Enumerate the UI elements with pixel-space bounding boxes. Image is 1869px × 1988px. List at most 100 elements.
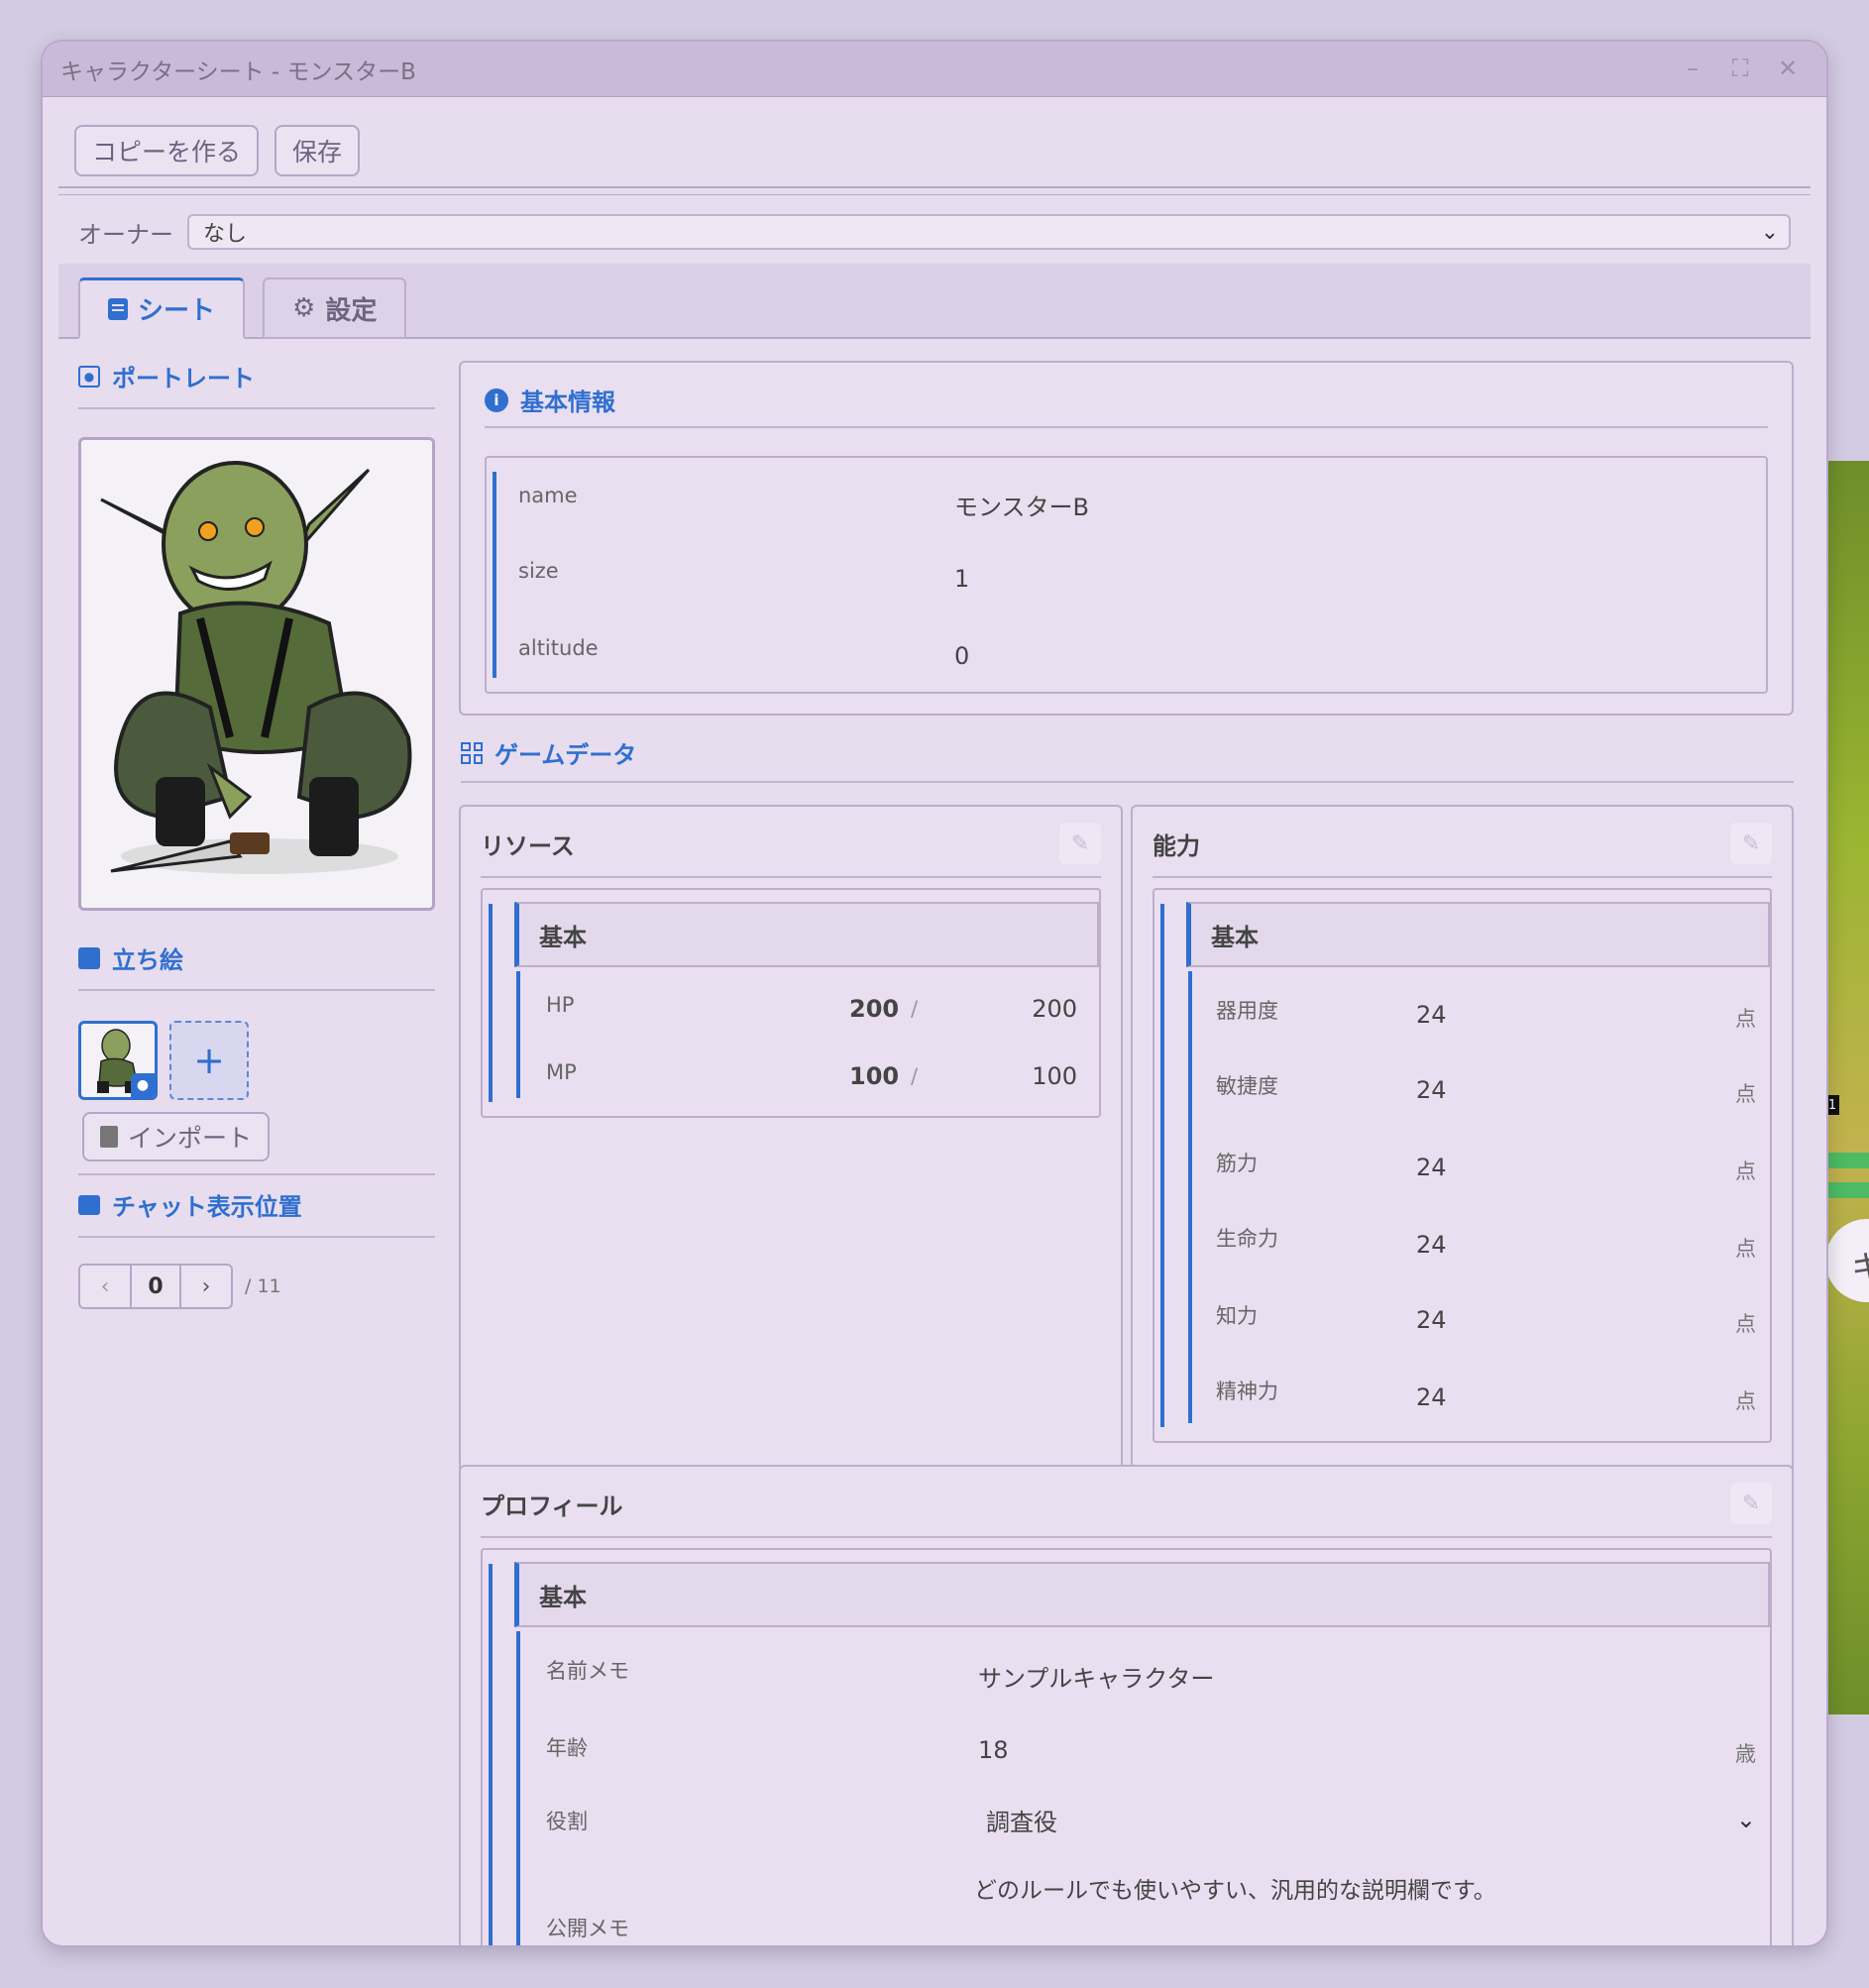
chat-icon bbox=[78, 1194, 100, 1215]
resources-group: 基本 HP 200 / 200 MP 100 / 100 bbox=[481, 888, 1101, 1118]
name-memo-label: 名前メモ bbox=[546, 1659, 629, 1683]
abilities-title: 能力 bbox=[1153, 831, 1200, 860]
pager-prev-button[interactable]: ‹ bbox=[78, 1264, 132, 1309]
pencil-icon[interactable]: ✎ bbox=[1730, 823, 1772, 864]
ability-value[interactable]: 24 bbox=[1416, 1154, 1447, 1181]
pager-total: / 11 bbox=[245, 1275, 281, 1297]
gear-icon: ⚙ bbox=[292, 293, 316, 323]
ability-value[interactable]: 24 bbox=[1416, 1231, 1447, 1259]
toolbar-divider-2 bbox=[58, 194, 1811, 195]
profile-title: プロフィール bbox=[481, 1491, 623, 1520]
standing-heading: 立ち絵 bbox=[78, 940, 435, 975]
mp-max[interactable]: 100 bbox=[1032, 1062, 1077, 1090]
ability-label: 筋力 bbox=[1216, 1152, 1258, 1175]
chat-position-pager: ‹ 0 › / 11 bbox=[78, 1264, 435, 1309]
resources-title: リソース bbox=[481, 831, 575, 860]
field-label: name bbox=[518, 484, 578, 507]
profile-group-header: 基本 bbox=[514, 1562, 1770, 1627]
chevron-down-icon: ⌄ bbox=[1760, 219, 1779, 245]
ability-label: 知力 bbox=[1216, 1304, 1258, 1328]
ability-unit: 点 bbox=[1735, 1160, 1756, 1183]
save-button[interactable]: 保存 bbox=[275, 125, 361, 176]
background-hp-bar bbox=[1828, 1153, 1869, 1168]
resource-label: MP bbox=[546, 1060, 577, 1084]
portrait-image[interactable] bbox=[78, 437, 435, 911]
pager-value[interactable]: 0 bbox=[132, 1264, 179, 1309]
minimize-icon[interactable]: – bbox=[1676, 52, 1709, 85]
ability-label: 精神力 bbox=[1216, 1380, 1278, 1403]
owner-select[interactable]: なし ⌄ bbox=[187, 214, 1791, 250]
pencil-icon[interactable]: ✎ bbox=[1730, 1483, 1772, 1524]
age-label: 年齢 bbox=[546, 1736, 588, 1760]
window-title: キャラクターシート - モンスターB bbox=[60, 58, 416, 85]
background-map bbox=[1823, 461, 1869, 1714]
ability-label: 器用度 bbox=[1216, 999, 1278, 1023]
resource-label: HP bbox=[546, 993, 575, 1017]
file-icon bbox=[100, 1126, 118, 1148]
chat-heading: チャット表示位置 bbox=[78, 1187, 435, 1222]
ability-label: 敏捷度 bbox=[1216, 1074, 1278, 1098]
resources-card: リソース ✎ 基本 HP 200 / 200 MP 100 / 100 bbox=[459, 805, 1123, 1498]
hp-sep: / bbox=[911, 997, 919, 1021]
field-label: altitude bbox=[518, 636, 599, 660]
background-mp-bar bbox=[1828, 1182, 1869, 1198]
pager-next-button[interactable]: › bbox=[179, 1264, 233, 1309]
ability-value[interactable]: 24 bbox=[1416, 1306, 1447, 1334]
role-select[interactable]: 調査役 ⌄ bbox=[978, 1800, 1756, 1839]
mp-sep: / bbox=[911, 1064, 919, 1088]
abilities-group-header: 基本 bbox=[1186, 902, 1770, 967]
ability-unit: 点 bbox=[1735, 1007, 1756, 1031]
basic-info-heading-text: 基本情報 bbox=[520, 388, 615, 416]
ability-value[interactable]: 24 bbox=[1416, 1076, 1447, 1104]
profile-card: プロフィール ✎ 基本 名前メモ サンプルキャラクター 年齢 18 歳 役割 調… bbox=[459, 1465, 1794, 1945]
import-button[interactable]: インポート bbox=[82, 1112, 271, 1161]
ability-unit: 点 bbox=[1735, 1082, 1756, 1106]
owner-row: オーナー なし ⌄ bbox=[78, 214, 1791, 250]
hp-current[interactable]: 200 bbox=[849, 995, 899, 1023]
portrait-heading: ● ポートレート bbox=[78, 359, 435, 393]
basic-info-heading: i 基本情報 bbox=[485, 383, 615, 417]
altitude-value[interactable]: 0 bbox=[954, 642, 969, 670]
profile-group: 基本 名前メモ サンプルキャラクター 年齢 18 歳 役割 調査役 ⌄ どのルー… bbox=[481, 1548, 1772, 1945]
field-label: size bbox=[518, 559, 559, 583]
character-sheet-window: キャラクターシート - モンスターB – ⛶ ✕ コピーを作る 保存 オーナー … bbox=[41, 40, 1828, 1947]
background-chip-text: キ bbox=[1851, 1249, 1869, 1288]
ability-value[interactable]: 24 bbox=[1416, 1383, 1447, 1411]
name-memo-value[interactable]: サンプルキャラクター bbox=[978, 1659, 1214, 1694]
ability-unit: 点 bbox=[1735, 1312, 1756, 1336]
window-titlebar[interactable]: キャラクターシート - モンスターB bbox=[43, 42, 1826, 97]
ability-unit: 点 bbox=[1735, 1237, 1756, 1261]
age-unit: 歳 bbox=[1735, 1742, 1756, 1766]
tab-sheet[interactable]: シート bbox=[78, 277, 246, 339]
ability-label: 生命力 bbox=[1216, 1227, 1278, 1251]
close-icon[interactable]: ✕ bbox=[1771, 52, 1805, 85]
size-value[interactable]: 1 bbox=[954, 565, 969, 593]
owner-value: なし bbox=[203, 222, 248, 247]
chevron-down-icon: ⌄ bbox=[1735, 1806, 1756, 1833]
hp-max[interactable]: 200 bbox=[1032, 995, 1077, 1023]
add-standing-button[interactable]: + bbox=[169, 1021, 249, 1100]
ability-value[interactable]: 24 bbox=[1416, 1001, 1447, 1029]
pencil-icon[interactable]: ✎ bbox=[1059, 823, 1101, 864]
mp-current[interactable]: 100 bbox=[849, 1062, 899, 1090]
import-label: インポート bbox=[128, 1124, 253, 1153]
left-column: ● ポートレート 立ち絵 ● + インポート チャット表示位置 ‹ 0 › / … bbox=[78, 359, 435, 1309]
tab-settings[interactable]: ⚙ 設定 bbox=[263, 277, 407, 339]
owner-label: オーナー bbox=[78, 220, 173, 249]
age-value[interactable]: 18 bbox=[978, 1736, 1009, 1764]
chat-heading-text: チャット表示位置 bbox=[112, 1193, 302, 1221]
standing-thumbnail[interactable]: ● bbox=[78, 1021, 158, 1100]
abilities-group: 基本 器用度 24 点 敏捷度 24 点 筋力 24 点 生命力 24 点 知力… bbox=[1153, 888, 1772, 1443]
toolbar-divider bbox=[58, 186, 1811, 188]
goblin-portrait-art bbox=[100, 461, 412, 874]
gamedata-heading: ゲームデータ bbox=[461, 735, 636, 770]
copy-button[interactable]: コピーを作る bbox=[74, 125, 260, 176]
image-icon bbox=[78, 946, 100, 969]
basic-info-card: i 基本情報 name モンスターB size 1 altitude 0 bbox=[459, 361, 1794, 716]
name-value[interactable]: モンスターB bbox=[954, 488, 1089, 522]
abilities-card: 能力 ✎ 基本 器用度 24 点 敏捷度 24 点 筋力 24 点 生命力 24… bbox=[1131, 805, 1794, 1498]
public-memo-value[interactable]: どのルールでも使いやすい、汎用的な説明欄です。 bbox=[974, 1871, 1496, 1905]
tab-bar: シート ⚙ 設定 bbox=[58, 264, 1811, 339]
maximize-icon[interactable]: ⛶ bbox=[1723, 52, 1757, 85]
public-memo-label: 公開メモ bbox=[546, 1917, 629, 1940]
